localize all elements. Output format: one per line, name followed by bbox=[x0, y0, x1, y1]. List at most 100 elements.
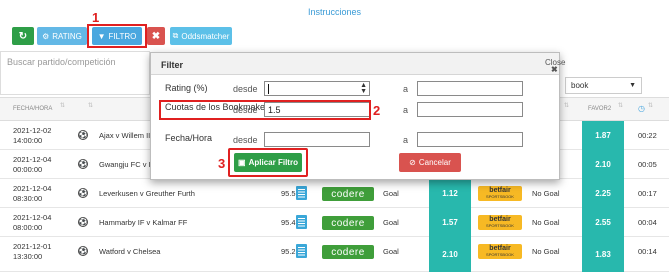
search-input[interactable]: Buscar partido/competición bbox=[0, 51, 150, 95]
betfair-sub-text: SPORTSBOOK bbox=[486, 222, 514, 228]
modal-title: Filter bbox=[161, 60, 184, 70]
clear-filter-button[interactable]: ✖ bbox=[147, 27, 165, 45]
time-text: 14:00:00 bbox=[13, 136, 43, 145]
betfair-sub-text: SPORTSBOOK bbox=[486, 251, 514, 257]
date-text: 2021-12-04 bbox=[13, 184, 52, 193]
match-name: Watford v Chelsea bbox=[99, 247, 161, 256]
rating-from-input[interactable]: ▲ ▼ bbox=[264, 81, 370, 96]
header-fecha-hora[interactable]: FECHA/HORA bbox=[13, 106, 52, 112]
soccer-ball-icon: ⚽ bbox=[78, 159, 88, 169]
table-row[interactable]: 2021-12-04 08:30:00 ⚽ Leverkusen v Greuth… bbox=[0, 179, 669, 208]
betfair-logo[interactable]: betfair SPORTSBOOK bbox=[478, 244, 522, 259]
match-name: Ajax v Willem II bbox=[99, 131, 151, 140]
time-text: 08:30:00 bbox=[13, 194, 43, 203]
back-odd: 2.10 bbox=[429, 237, 471, 272]
codere-logo[interactable]: codere bbox=[322, 216, 374, 230]
soccer-ball-icon: ⚽ bbox=[78, 130, 88, 140]
oddsmatcher-button[interactable]: ⧉ Oddsmatcher bbox=[170, 27, 232, 45]
betfair-sub-text: SPORTSBOOK bbox=[486, 193, 514, 199]
apply-filter-button[interactable]: ▣ Aplicar Filtro bbox=[234, 153, 302, 172]
rating-button-label: RATING bbox=[52, 31, 82, 41]
instructions-link[interactable]: Instrucciones bbox=[0, 7, 669, 17]
refresh-button[interactable]: ↻ bbox=[12, 27, 34, 45]
row-date: 2021-12-04 08:00:00 bbox=[13, 213, 51, 233]
filter-modal: Filter Close ✖ Rating (%) desde ▲ ▼ a Cuo… bbox=[150, 52, 565, 180]
rating-to-input[interactable] bbox=[417, 81, 523, 96]
match-name: Gwangju FC v In bbox=[99, 160, 155, 169]
soccer-ball-icon: ⚽ bbox=[78, 246, 88, 256]
lay-type: No Goal bbox=[532, 247, 560, 256]
soccer-ball-icon: ⚽ bbox=[78, 188, 88, 198]
text-cursor bbox=[268, 83, 269, 94]
time-text: 00:00:00 bbox=[13, 165, 43, 174]
date-text: 2021-12-04 bbox=[13, 213, 52, 222]
sort-icon[interactable]: ⇅ bbox=[88, 102, 93, 109]
favor2-odd: 2.55 bbox=[582, 208, 624, 237]
cuotas-to-input[interactable] bbox=[417, 102, 523, 117]
chevron-down-icon: ▼ bbox=[629, 82, 636, 89]
date-text: 2021-12-01 bbox=[13, 242, 52, 251]
fecha-from-input[interactable] bbox=[264, 132, 370, 147]
row-date: 2021-12-01 13:30:00 bbox=[13, 242, 51, 262]
step-2-highlight bbox=[159, 100, 371, 120]
remaining-time: 00:05 bbox=[638, 160, 657, 169]
a-label: a bbox=[403, 84, 409, 94]
bookmaker-select-value: book bbox=[571, 81, 589, 90]
back-odd: 1.57 bbox=[429, 208, 471, 237]
calculator-icon[interactable] bbox=[296, 244, 307, 258]
close-icon[interactable]: ✖ bbox=[551, 65, 558, 74]
remaining-time: 00:04 bbox=[638, 218, 657, 227]
remaining-time: 00:22 bbox=[638, 131, 657, 140]
calculator-icon[interactable] bbox=[296, 186, 307, 200]
sort-icon[interactable]: ⇅ bbox=[60, 102, 65, 109]
codere-logo[interactable]: codere bbox=[322, 245, 374, 259]
codere-logo[interactable]: codere bbox=[322, 187, 374, 201]
bet-type: Goal bbox=[383, 189, 399, 198]
step-1-annotation: 1 bbox=[92, 10, 100, 25]
back-odd: 1.12 bbox=[429, 179, 471, 208]
time-text: 08:00:00 bbox=[13, 223, 43, 232]
cancel-button[interactable]: ⊘ Cancelar bbox=[399, 153, 461, 172]
match-name: Hammarby IF v Kalmar FF bbox=[99, 218, 188, 227]
favor2-odd: 1.87 bbox=[582, 121, 624, 150]
fecha-to-input[interactable] bbox=[417, 132, 523, 147]
table-row[interactable]: 2021-12-04 08:00:00 ⚽ Hammarby IF v Kalma… bbox=[0, 208, 669, 237]
match-name: Leverkusen v Greuther Furth bbox=[99, 189, 195, 198]
remaining-time: 00:14 bbox=[638, 247, 657, 256]
header-favor2[interactable]: FAVOR2 bbox=[588, 106, 611, 112]
rating-filter-label: Rating (%) bbox=[165, 83, 208, 93]
favor2-odd: 1.83 bbox=[582, 237, 624, 272]
step-1-highlight bbox=[87, 24, 147, 48]
spinner-icon[interactable]: ▲ ▼ bbox=[360, 82, 367, 95]
gears-icon: ⚙ bbox=[42, 31, 50, 41]
step-2-annotation: 2 bbox=[373, 103, 381, 118]
sort-icon[interactable]: ⇅ bbox=[618, 102, 623, 109]
desde-label: desde bbox=[233, 135, 258, 145]
sort-icon[interactable]: ⇅ bbox=[564, 102, 569, 109]
table-row[interactable]: 2021-12-01 13:30:00 ⚽ Watford v Chelsea 9… bbox=[0, 237, 669, 272]
refresh-icon: ↻ bbox=[18, 30, 28, 42]
lay-type: No Goal bbox=[532, 218, 560, 227]
fecha-filter-label: Fecha/Hora bbox=[165, 133, 213, 143]
row-date: 2021-12-04 08:30:00 bbox=[13, 184, 51, 204]
sort-icon[interactable]: ⇅ bbox=[648, 102, 653, 109]
rating-button[interactable]: ⚙ RATING bbox=[37, 27, 87, 45]
cancel-icon: ⊘ bbox=[409, 158, 416, 167]
bookmaker-select[interactable]: book ▼ bbox=[565, 77, 642, 94]
betfair-logo[interactable]: betfair SPORTSBOOK bbox=[478, 215, 522, 230]
a-label: a bbox=[403, 135, 409, 145]
time-text: 13:30:00 bbox=[13, 252, 43, 261]
calculator-icon[interactable] bbox=[296, 215, 307, 229]
row-date: 2021-12-02 14:00:00 bbox=[13, 126, 51, 146]
modal-header: Filter Close ✖ bbox=[151, 53, 565, 75]
date-text: 2021-12-02 bbox=[13, 126, 52, 135]
apply-filter-label: Aplicar Filtro bbox=[248, 158, 298, 167]
date-text: 2021-12-04 bbox=[13, 155, 52, 164]
remaining-time: 00:17 bbox=[638, 189, 657, 198]
row-date: 2021-12-04 00:00:00 bbox=[13, 155, 51, 175]
bet-type: Goal bbox=[383, 247, 399, 256]
soccer-ball-icon: ⚽ bbox=[78, 217, 88, 227]
betfair-logo[interactable]: betfair SPORTSBOOK bbox=[478, 186, 522, 201]
favor2-odd: 2.25 bbox=[582, 179, 624, 208]
oddsmatcher-button-label: Oddsmatcher bbox=[181, 31, 230, 41]
